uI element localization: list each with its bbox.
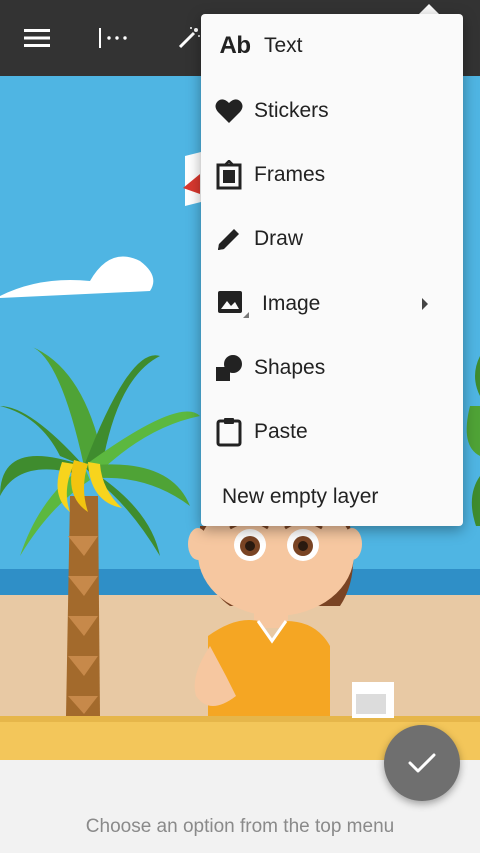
heart-icon (213, 95, 245, 127)
frame-icon (213, 159, 245, 191)
shapes-icon (213, 352, 245, 384)
menu-item-new-empty-layer[interactable]: New empty layer (201, 465, 463, 529)
add-layer-menu: Ab Text Stickers Frames Draw Image Shape… (201, 14, 463, 526)
hint-text: Choose an option from the top menu (85, 816, 395, 837)
menu-item-label: Stickers (254, 99, 329, 122)
menu-item-text[interactable]: Ab Text (201, 14, 463, 78)
checkmark-icon (408, 753, 436, 773)
menu-item-stickers[interactable]: Stickers (201, 79, 463, 143)
menu-item-label: Shapes (254, 356, 326, 379)
menu-item-frames[interactable]: Frames (201, 143, 463, 207)
menu-icon[interactable] (13, 14, 61, 62)
menu-item-label: Draw (254, 227, 304, 250)
menu-item-label: Paste (254, 420, 308, 443)
menu-item-paste[interactable]: Paste (201, 400, 463, 464)
image-icon (217, 288, 249, 320)
layers-dots-icon[interactable] (88, 14, 136, 62)
menu-item-image[interactable]: Image (201, 272, 463, 336)
pencil-icon (213, 223, 245, 255)
menu-item-draw[interactable]: Draw (201, 207, 463, 271)
text-ab-icon: Ab (219, 32, 252, 59)
menu-item-shapes[interactable]: Shapes (201, 336, 463, 400)
confirm-button[interactable] (384, 725, 460, 801)
menu-item-label: Text (264, 34, 303, 57)
menu-item-label: Image (262, 292, 321, 315)
menu-item-label: Frames (254, 163, 326, 186)
clipboard-icon (213, 416, 245, 448)
submenu-arrow-icon (421, 297, 429, 315)
menu-item-label: New empty layer (222, 485, 379, 508)
